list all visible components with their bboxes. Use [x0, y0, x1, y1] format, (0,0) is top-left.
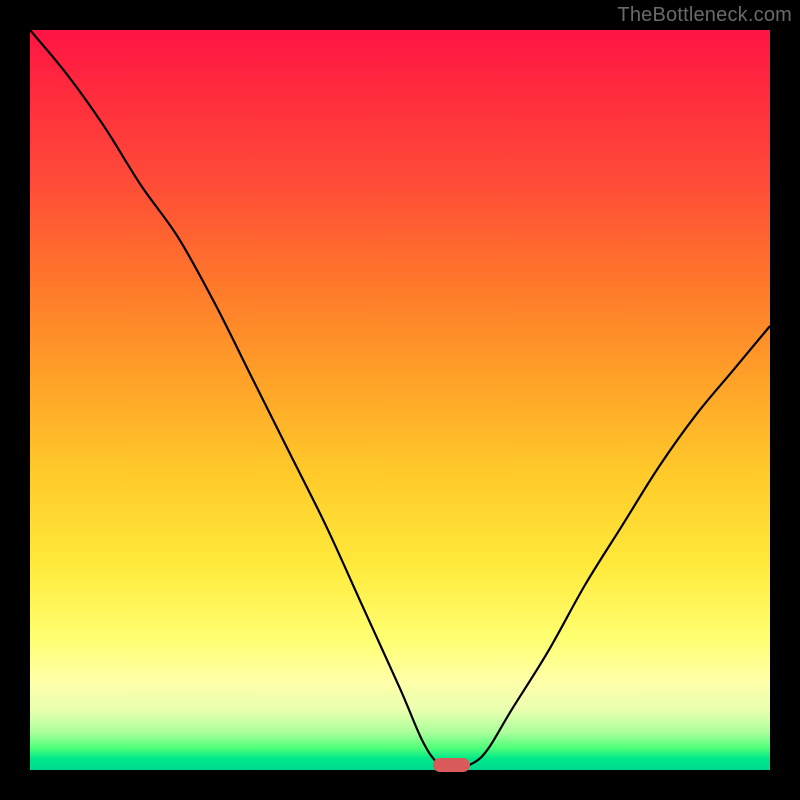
watermark-text: TheBottleneck.com: [617, 4, 792, 27]
chart-frame: TheBottleneck.com: [0, 0, 800, 800]
optimal-marker: [433, 758, 470, 772]
bottleneck-curve: [30, 30, 770, 770]
plot-area: [30, 30, 770, 770]
